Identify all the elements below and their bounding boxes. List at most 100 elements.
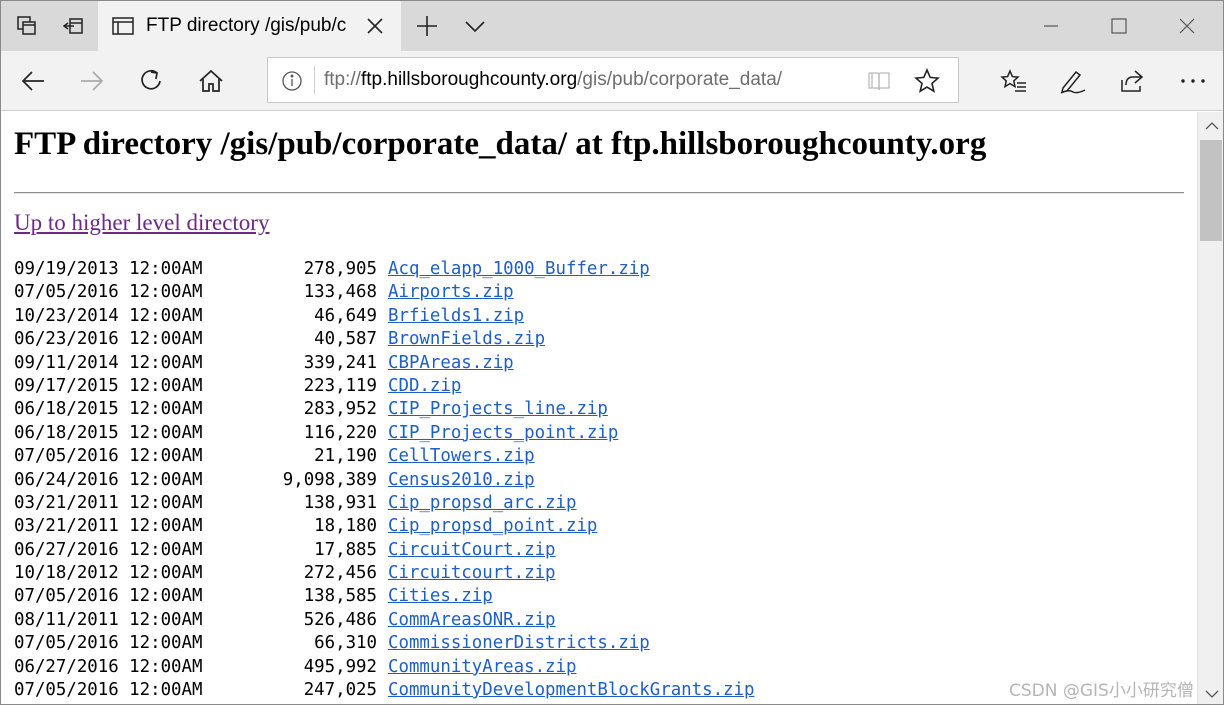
vertical-scrollbar[interactable]	[1197, 112, 1223, 704]
file-size: 138,585	[303, 586, 377, 607]
file-link[interactable]: CommAreasONR.zip	[388, 609, 556, 632]
file-size: 223,119	[303, 375, 377, 396]
active-tab[interactable]: FTP directory /gis/pub/c	[98, 1, 401, 51]
file-date: 08/11/2011 12:00AM	[14, 609, 203, 630]
file-row: 03/21/2011 12:00AM 18,180 Cip_propsd_point…	[14, 515, 754, 538]
file-date: 06/24/2016 12:00AM	[14, 469, 203, 490]
file-link[interactable]: CDD.zip	[388, 375, 461, 398]
address-bar[interactable]: ftp://ftp.hillsboroughcounty.org/gis/pub…	[267, 57, 959, 103]
navigation-bar: ftp://ftp.hillsboroughcounty.org/gis/pub…	[1, 51, 1223, 111]
info-icon[interactable]	[280, 69, 304, 93]
new-tab-button[interactable]	[403, 1, 451, 51]
file-row: 07/05/2016 12:00AM 138,585 Cities.zip	[14, 585, 754, 608]
tab-preview-button[interactable]	[451, 1, 499, 51]
file-size: 116,220	[303, 422, 377, 443]
file-size: 526,486	[303, 609, 377, 630]
divider	[14, 192, 1184, 194]
file-link[interactable]: Brfields1.zip	[388, 305, 524, 328]
arrow-left-icon	[21, 71, 44, 91]
file-date: 03/21/2011 12:00AM	[14, 492, 203, 513]
url-text[interactable]: ftp://ftp.hillsboroughcounty.org/gis/pub…	[324, 69, 782, 91]
file-link[interactable]: CIP_Projects_line.zip	[388, 398, 608, 421]
file-link[interactable]: CommissionerDistricts.zip	[388, 632, 650, 655]
file-size: 17,885	[314, 539, 377, 560]
file-date: 07/05/2016 12:00AM	[14, 586, 203, 607]
maximize-button[interactable]	[1085, 1, 1153, 51]
file-date: 07/05/2016 12:00AM	[14, 633, 203, 654]
chevron-up-icon	[1205, 121, 1218, 129]
file-link[interactable]: Airports.zip	[388, 281, 514, 304]
back-button[interactable]	[4, 51, 62, 111]
star-icon[interactable]	[913, 67, 941, 95]
refresh-button[interactable]	[122, 51, 180, 111]
file-size: 66,310	[314, 633, 377, 654]
scroll-down-button[interactable]	[1198, 682, 1223, 704]
arrow-right-icon	[81, 71, 104, 91]
share-icon	[1121, 70, 1144, 92]
url-host: ftp.hillsboroughcounty.org	[360, 69, 578, 90]
file-size: 247,025	[303, 680, 377, 701]
tabs-aside-button[interactable]	[49, 1, 97, 51]
file-row: 10/23/2014 12:00AM 46,649 Brfields1.zip	[14, 305, 754, 328]
file-row: 06/27/2016 12:00AM 495,992 CommunityAreas.…	[14, 656, 754, 679]
close-icon	[367, 18, 383, 34]
file-link[interactable]: CBPAreas.zip	[388, 352, 514, 375]
file-link[interactable]: Cip_propsd_arc.zip	[388, 492, 576, 515]
file-link[interactable]: CommunityAreas.zip	[388, 656, 576, 679]
home-button[interactable]	[182, 51, 240, 111]
file-link[interactable]: Cities.zip	[388, 585, 493, 608]
file-date: 09/17/2015 12:00AM	[14, 375, 203, 396]
more-button[interactable]	[1164, 51, 1222, 111]
file-row: 06/23/2016 12:00AM 40,587 BrownFields.zip	[14, 328, 754, 351]
parent-directory-link[interactable]: Up to higher level directory	[14, 210, 269, 236]
file-row: 09/17/2015 12:00AM 223,119 CDD.zip	[14, 375, 754, 398]
refresh-icon	[141, 69, 161, 90]
file-link[interactable]: CIP_Projects_point.zip	[388, 422, 618, 445]
file-size: 9,098,389	[282, 469, 377, 490]
web-note-button[interactable]	[1044, 51, 1102, 111]
tab-manager-button[interactable]	[3, 1, 51, 51]
file-date: 07/05/2016 12:00AM	[14, 680, 203, 701]
home-icon	[199, 69, 223, 92]
file-date: 09/11/2014 12:00AM	[14, 352, 203, 373]
file-row: 03/21/2011 12:00AM 138,931 Cip_propsd_arc.…	[14, 492, 754, 515]
file-link[interactable]: CircuitCourt.zip	[388, 539, 556, 562]
file-date: 09/19/2013 12:00AM	[14, 259, 203, 279]
forward-button[interactable]	[63, 51, 121, 111]
file-row: 07/05/2016 12:00AM 133,468 Airports.zip	[14, 281, 754, 304]
file-link[interactable]: BrownFields.zip	[388, 328, 545, 351]
share-button[interactable]	[1103, 51, 1161, 111]
scrollbar-thumb[interactable]	[1200, 140, 1222, 241]
file-date: 06/18/2015 12:00AM	[14, 399, 203, 420]
file-link[interactable]: Census2010.zip	[388, 469, 535, 492]
page-title: FTP directory /gis/pub/corporate_data/ a…	[14, 126, 987, 162]
file-size: 283,952	[303, 399, 377, 420]
file-row: 07/05/2016 12:00AM 247,025 CommunityDevelo…	[14, 679, 754, 702]
minimize-button[interactable]	[1017, 1, 1085, 51]
favorites-list-icon	[1000, 69, 1026, 92]
file-link[interactable]: CommunityDevelopmentBlockGrants.zip	[388, 679, 754, 702]
file-link[interactable]: CellTowers.zip	[388, 445, 535, 468]
reading-view-icon[interactable]	[866, 68, 892, 94]
close-window-button[interactable]	[1153, 1, 1221, 51]
file-row: 07/05/2016 12:00AM 66,310 CommissionerDist…	[14, 632, 754, 655]
file-size: 18,180	[314, 516, 377, 537]
url-scheme: ftp://	[324, 69, 361, 90]
file-listing: 09/19/2013 12:00AM 278,905 Acq_elapp_1000_…	[14, 258, 754, 702]
file-date: 07/05/2016 12:00AM	[14, 282, 203, 303]
file-row: 06/27/2016 12:00AM 17,885 CircuitCourt.zip	[14, 539, 754, 562]
file-link[interactable]: Acq_elapp_1000_Buffer.zip	[388, 258, 650, 281]
pen-icon	[1060, 70, 1086, 94]
file-date: 06/18/2015 12:00AM	[14, 422, 203, 443]
file-link[interactable]: Circuitcourt.zip	[388, 562, 556, 585]
file-date: 06/23/2016 12:00AM	[14, 329, 203, 350]
tab-manager-icon	[17, 16, 36, 35]
watermark: CSDN @GIS小小研究僧	[1009, 681, 1194, 701]
maximize-icon	[1111, 18, 1127, 34]
file-date: 06/27/2016 12:00AM	[14, 656, 203, 677]
scroll-up-button[interactable]	[1198, 112, 1223, 138]
file-date: 06/27/2016 12:00AM	[14, 539, 203, 560]
file-link[interactable]: Cip_propsd_point.zip	[388, 515, 597, 538]
favorites-button[interactable]	[985, 51, 1043, 111]
close-tab-button[interactable]	[363, 14, 387, 38]
